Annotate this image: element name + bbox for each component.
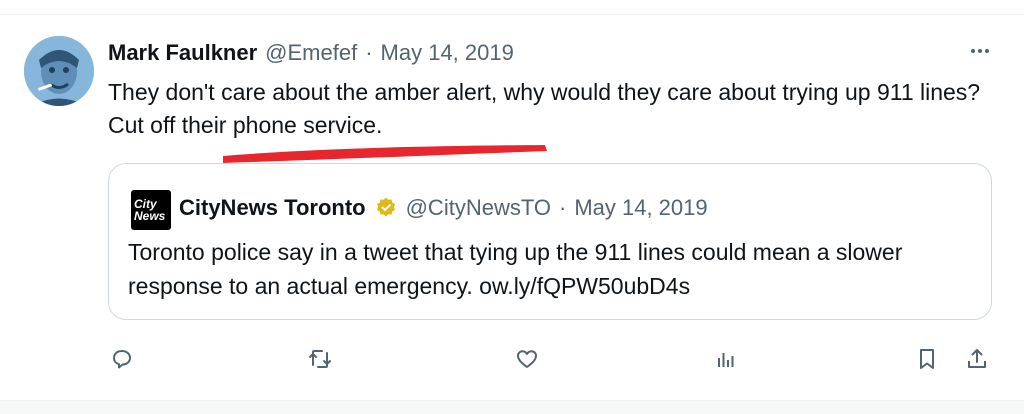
quoted-tweet-card[interactable]: City News CityNews Toronto @CityNewsTO ·… [108, 163, 992, 320]
bottom-frame [0, 400, 1024, 414]
verified-badge-icon [374, 196, 398, 220]
top-frame [0, 0, 1024, 15]
quoted-author-handle[interactable]: @CityNewsTO [406, 195, 551, 221]
bookmark-icon [920, 349, 934, 369]
bookmark-button[interactable] [909, 341, 945, 377]
citynews-logo: City News [131, 190, 171, 230]
retweet-button[interactable] [302, 341, 338, 377]
share-button[interactable] [959, 341, 995, 377]
avatar[interactable] [24, 36, 94, 106]
header-separator: · [365, 40, 373, 65]
quoted-tweet-date[interactable]: May 14, 2019 [574, 195, 707, 221]
tweet-text: They don't care about the amber alert, w… [108, 79, 981, 138]
quoted-tweet-text: Toronto police say in a tweet that tying… [128, 239, 903, 299]
retweet-icon [309, 350, 331, 368]
more-horizontal-icon [971, 49, 989, 53]
share-icon [968, 349, 986, 368]
like-button[interactable] [509, 341, 545, 377]
views-button[interactable] [707, 341, 743, 377]
reply-button[interactable] [104, 341, 140, 377]
tweet-header: Mark Faulkner @Emefef · May 14, 2019 [108, 38, 514, 68]
quoted-author-name[interactable]: CityNews Toronto [179, 195, 366, 221]
logo-text-line2: News [134, 209, 166, 223]
heart-icon [517, 350, 537, 368]
author-name[interactable]: Mark Faulkner [108, 40, 257, 66]
quoted-tweet-header: CityNews Toronto @CityNewsTO · May 14, 2… [179, 192, 708, 224]
quoted-header-separator: · [558, 195, 567, 220]
author-handle[interactable]: @Emefef [265, 40, 357, 66]
reply-icon [113, 350, 131, 369]
tweet-date[interactable]: May 14, 2019 [381, 40, 514, 66]
avatar-image [24, 36, 94, 106]
more-options-button[interactable] [962, 36, 998, 66]
views-icon [718, 353, 734, 367]
